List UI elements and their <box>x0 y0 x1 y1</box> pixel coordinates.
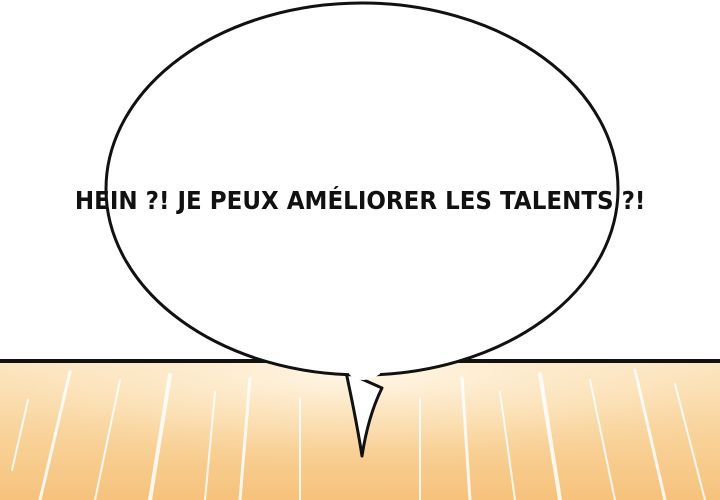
speech-bubble-text: HEIN ?! JE PEUX AMÉLIORER LES TALENTS ?! <box>74 186 646 215</box>
panel-artwork <box>0 0 720 500</box>
comic-panel: HEIN ?! JE PEUX AMÉLIORER LES TALENTS ?! <box>0 0 720 500</box>
